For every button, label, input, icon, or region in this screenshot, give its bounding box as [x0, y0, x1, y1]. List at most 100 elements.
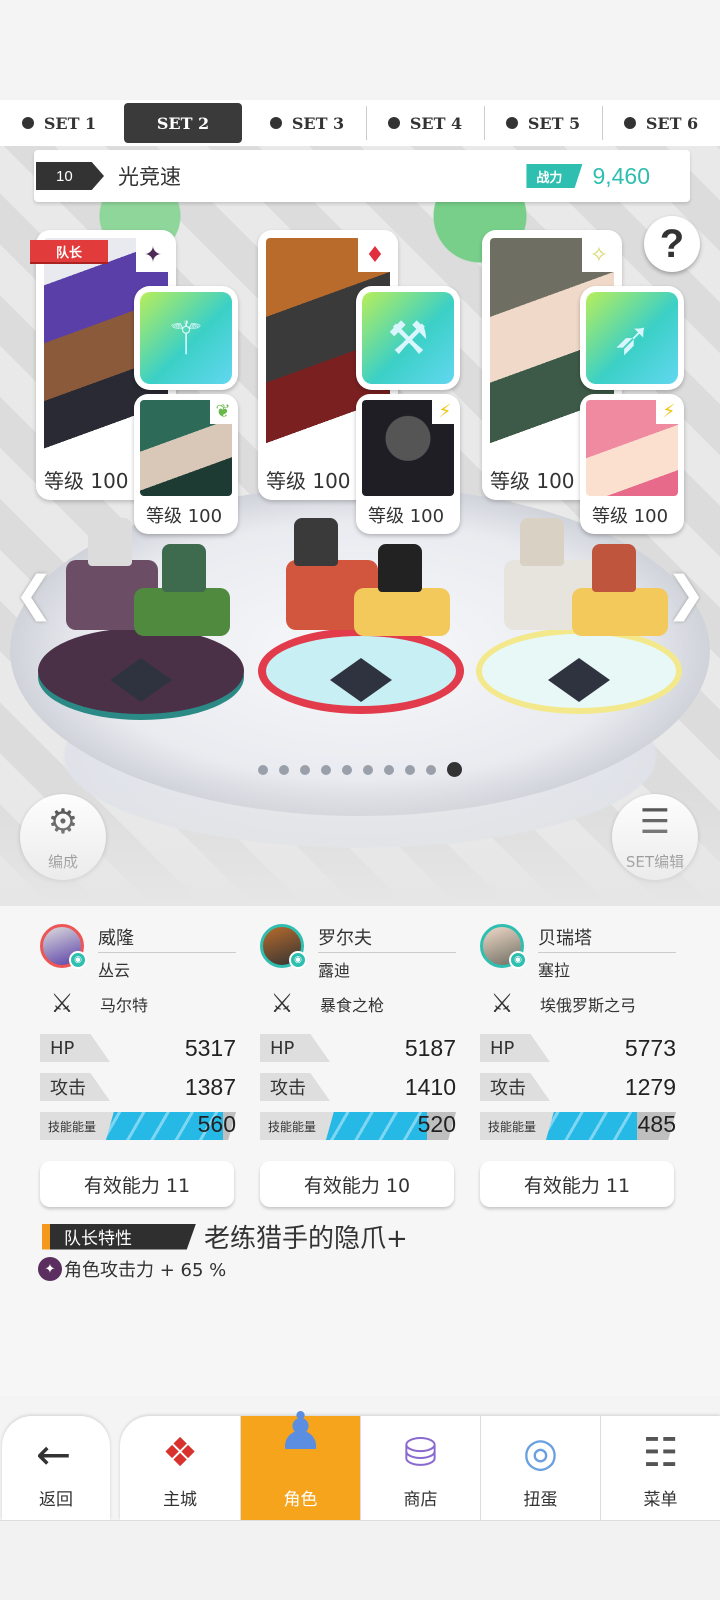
prev-arrow-icon[interactable]: ❮: [14, 566, 54, 622]
nav-label: 角色: [283, 1490, 318, 1510]
character-column-3: ◉ 贝瑞塔 塞拉 ⚔ 埃俄罗斯之弓 HP 5773 攻击 1279 技能能量 4…: [480, 924, 676, 1207]
page-dot[interactable]: [342, 764, 352, 775]
page-dot[interactable]: [363, 764, 373, 775]
formation-label: 编成: [47, 853, 78, 871]
nav-item-menu[interactable]: ☷ 菜单: [600, 1416, 720, 1520]
skill-energy-value: 485: [637, 1111, 676, 1137]
hero-level: 等级 100: [490, 469, 575, 493]
character-name: 罗尔夫: [318, 924, 456, 953]
page-dot[interactable]: [384, 764, 394, 775]
weapon-card[interactable]: ➶: [580, 286, 684, 390]
back-button[interactable]: ← 返回: [2, 1416, 110, 1520]
skill-energy-value: 520: [417, 1111, 456, 1137]
nav-item-town[interactable]: ❖ 主城: [120, 1416, 240, 1520]
weapon-card[interactable]: ⚚: [134, 286, 238, 390]
character-header[interactable]: ◉ 威隆 丛云: [40, 924, 236, 980]
chibi-sub-sprite: [592, 544, 636, 592]
tab-dot-icon: [387, 117, 400, 129]
skill-energy-label: 技能能量: [260, 1112, 336, 1140]
leader-skill-effect-text: 角色攻击力 + 65 %: [64, 1260, 227, 1281]
shop-icon: ⛁: [403, 1430, 438, 1476]
page-dot[interactable]: [405, 764, 415, 775]
tab-label: SET 6: [645, 113, 699, 133]
page-dot[interactable]: [258, 764, 268, 775]
atk-row: 攻击 1387: [40, 1072, 236, 1102]
power-value: 9,460: [592, 162, 650, 189]
effective-ability-button[interactable]: 有效能力 11: [40, 1161, 234, 1207]
atk-label: 攻击: [40, 1073, 110, 1101]
main-nav-group: ❖ 主城 ♟ 角色 ⛁ 商店 ◎ 扭蛋 ☷ 菜单: [120, 1402, 720, 1520]
formation-button[interactable]: ⚙ 编成: [20, 794, 106, 880]
bow-icon: ➶: [586, 292, 678, 384]
power-label: 战力: [526, 164, 583, 188]
tab-label: SET 2: [156, 113, 210, 133]
pedestal-block: [134, 588, 230, 636]
nav-item-gacha[interactable]: ◎ 扭蛋: [480, 1416, 600, 1520]
tab-set-5[interactable]: SET 5: [484, 100, 602, 146]
avatar: ◉: [40, 924, 87, 969]
skill-energy-label: 技能能量: [480, 1112, 556, 1140]
stats-panel: ◉ 威隆 丛云 ⚔ 马尔特 HP 5317 攻击 1387 技能能量 560 有…: [0, 906, 720, 1396]
nav-item-heroes[interactable]: ♟ 角色: [240, 1402, 360, 1520]
screen: SET 1 SET 2 SET 3 SET 4 SET 5 SET 6 10 光…: [0, 0, 720, 1600]
page-dot-active[interactable]: [447, 762, 462, 777]
list-icon: ☰: [639, 802, 671, 842]
tab-set-2[interactable]: SET 2: [124, 103, 242, 143]
gacha-icon: ◎: [523, 1430, 558, 1476]
character-header[interactable]: ◉ 罗尔夫 露迪: [260, 924, 456, 980]
chibi-hero-sprite: [88, 518, 132, 566]
tab-set-1[interactable]: SET 1: [0, 100, 118, 146]
team-arena: 10 光竞速 战力 9,460 ? ✦ 等级 100 队长 ⚚ ❦ 等级 100: [0, 146, 720, 906]
dark-element-icon: ✦: [136, 238, 170, 272]
weapon-row[interactable]: ⚔ 暴食之枪: [260, 984, 456, 1024]
weapon-card[interactable]: ⚒: [356, 286, 460, 390]
hp-label: HP: [480, 1034, 550, 1062]
nav-label: 主城: [163, 1490, 197, 1510]
page-dot[interactable]: [300, 764, 310, 775]
tab-set-6[interactable]: SET 6: [602, 100, 720, 146]
system-bar-area: [0, 1520, 720, 1600]
pedestal-1[interactable]: [38, 518, 244, 718]
set-edit-button[interactable]: ☰ SET编辑: [612, 794, 698, 880]
sub-avatar-icon: ◉: [509, 951, 527, 969]
hp-value: 5317: [184, 1034, 236, 1061]
character-column-2: ◉ 罗尔夫 露迪 ⚔ 暴食之枪 HP 5187 攻击 1410 技能能量 520…: [260, 924, 456, 1207]
pedestal-3[interactable]: [476, 518, 682, 718]
page-dot[interactable]: [321, 764, 331, 775]
page-indicator: [0, 762, 720, 777]
sub-hero-card[interactable]: ❦ 等级 100: [134, 394, 238, 534]
page-dot[interactable]: [279, 764, 289, 775]
tab-set-3[interactable]: SET 3: [248, 100, 366, 146]
leader-skill[interactable]: 队长特性 老练猎手的隐爪+: [42, 1218, 408, 1255]
sub-character-name: 丛云: [98, 961, 131, 980]
sub-hero-card[interactable]: ⚡ 等级 100: [580, 394, 684, 534]
weapon-row[interactable]: ⚔ 埃俄罗斯之弓: [480, 984, 676, 1024]
character-column-1: ◉ 威隆 丛云 ⚔ 马尔特 HP 5317 攻击 1387 技能能量 560 有…: [40, 924, 236, 1207]
character-name: 威隆: [98, 924, 236, 953]
tab-dot-icon: [623, 117, 636, 129]
hero-level: 等级 100: [266, 469, 351, 493]
atk-value: 1387: [184, 1073, 236, 1100]
spear-icon: ⚒: [362, 292, 454, 384]
weapon-row[interactable]: ⚔ 马尔特: [40, 984, 236, 1024]
effective-ability-button[interactable]: 有效能力 11: [480, 1161, 674, 1207]
weapon-name: 暴食之枪: [320, 996, 385, 1015]
tab-set-4[interactable]: SET 4: [366, 100, 484, 146]
skill-energy-row: 技能能量 560: [40, 1111, 236, 1141]
pedestal-2[interactable]: [258, 518, 464, 718]
team-info-bar[interactable]: 10 光竞速 战力 9,460: [34, 150, 690, 202]
formation-gear-icon: ⚙: [47, 802, 79, 842]
skill-energy-fill: [546, 1112, 637, 1140]
nav-item-shop[interactable]: ⛁ 商店: [360, 1416, 480, 1520]
next-arrow-icon[interactable]: ❯: [666, 566, 706, 622]
sub-hero-card[interactable]: ⚡ 等级 100: [356, 394, 460, 534]
page-dot[interactable]: [426, 764, 436, 775]
hp-label: HP: [260, 1034, 330, 1062]
skill-energy-label: 技能能量: [40, 1112, 116, 1140]
set-edit-label: SET编辑: [625, 853, 685, 871]
back-arrow-icon: ←: [36, 1430, 72, 1479]
leader-skill-name: 老练猎手的隐爪+: [204, 1224, 408, 1254]
effective-ability-button[interactable]: 有效能力 10: [260, 1161, 454, 1207]
basic-element-icon: ♦: [358, 238, 392, 272]
character-header[interactable]: ◉ 贝瑞塔 塞拉: [480, 924, 676, 980]
